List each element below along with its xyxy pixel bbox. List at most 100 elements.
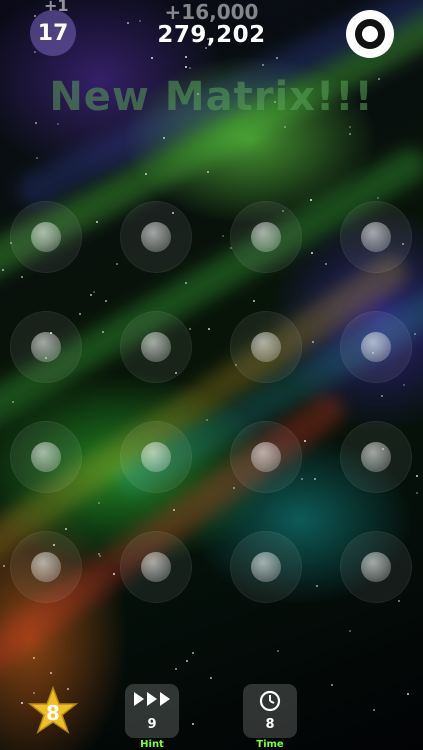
- star-speck: [312, 341, 314, 343]
- fast-forward-icon: [125, 690, 179, 712]
- game-screen: +1 17 +16,000 279,202 New Matrix!!! 8 9 …: [0, 0, 423, 750]
- cell-dot: [251, 442, 281, 472]
- star-speck: [310, 199, 312, 201]
- cell-dot: [361, 442, 391, 472]
- star-speck: [207, 171, 209, 173]
- star-speck: [99, 555, 101, 557]
- star-speck: [206, 419, 208, 421]
- star-speck: [277, 650, 279, 652]
- hint-label: Hint: [140, 739, 164, 750]
- cell-dot: [251, 332, 281, 362]
- star-speck: [189, 328, 191, 330]
- grid-cell[interactable]: [10, 311, 82, 383]
- star-speck: [311, 252, 313, 254]
- star-speck: [21, 702, 23, 704]
- star-speck: [398, 600, 400, 602]
- grid-cell[interactable]: [120, 421, 192, 493]
- star-speck: [65, 528, 67, 530]
- star-speck: [93, 291, 95, 293]
- star-speck: [116, 263, 118, 265]
- star-speck: [57, 123, 59, 125]
- star-speck: [12, 401, 14, 403]
- clock-icon: [243, 690, 297, 716]
- cell-dot: [31, 222, 61, 252]
- star-speck: [145, 173, 147, 175]
- star-speck: [381, 395, 383, 397]
- cell-dot: [141, 442, 171, 472]
- star-speck: [34, 51, 36, 53]
- star-speck: [36, 157, 38, 159]
- star-speck: [33, 657, 35, 659]
- star-speck: [407, 693, 409, 695]
- time-count: 8: [265, 717, 275, 732]
- grid-cell[interactable]: [120, 531, 192, 603]
- new-matrix-banner: New Matrix!!!: [49, 74, 374, 120]
- star-speck: [233, 487, 235, 489]
- star-speck: [163, 137, 165, 139]
- star-speck: [98, 553, 100, 555]
- time-button[interactable]: 8: [243, 684, 297, 738]
- star-speck: [222, 235, 224, 237]
- star-speck: [276, 57, 278, 59]
- star-speck: [35, 122, 37, 124]
- star-speck: [113, 573, 115, 575]
- cell-dot: [141, 222, 171, 252]
- star-speck: [173, 509, 175, 511]
- grid-cell[interactable]: [340, 531, 412, 603]
- time-label: Time: [256, 739, 284, 750]
- star-speck: [50, 672, 52, 674]
- grid-cell[interactable]: [230, 531, 302, 603]
- cell-dot: [31, 442, 61, 472]
- star-speck: [185, 56, 187, 58]
- star-speck: [304, 440, 306, 442]
- grid-cell[interactable]: [230, 421, 302, 493]
- star-speck: [349, 133, 351, 135]
- cell-dot: [141, 552, 171, 582]
- hint-button[interactable]: 9: [125, 684, 179, 738]
- star-speck: [185, 66, 187, 68]
- grid-cell[interactable]: [10, 421, 82, 493]
- grid-cell[interactable]: [10, 531, 82, 603]
- grid-cell[interactable]: [340, 201, 412, 273]
- cell-dot: [361, 552, 391, 582]
- cell-dot: [251, 222, 281, 252]
- star-speck: [79, 313, 81, 315]
- star-speck: [414, 333, 416, 335]
- star-speck: [301, 478, 303, 480]
- grid-cell[interactable]: [230, 311, 302, 383]
- cell-dot: [361, 222, 391, 252]
- star-speck: [185, 282, 187, 284]
- star-speck: [192, 723, 194, 725]
- grid-cell[interactable]: [340, 311, 412, 383]
- pause-button[interactable]: [346, 10, 394, 58]
- star-speck: [403, 384, 405, 386]
- cell-dot: [251, 552, 281, 582]
- grid-cell[interactable]: [230, 201, 302, 273]
- cell-dot: [141, 332, 171, 362]
- grid-cell[interactable]: [10, 201, 82, 273]
- grid-cell[interactable]: [340, 421, 412, 493]
- star-speck: [98, 502, 100, 504]
- cell-dot: [31, 332, 61, 362]
- star-speck: [377, 197, 379, 199]
- star-speck: [105, 300, 107, 302]
- star-speck: [175, 668, 177, 670]
- star-speck: [373, 709, 375, 711]
- star-speck: [349, 126, 351, 128]
- star-speck: [262, 64, 264, 66]
- star-powerup-button[interactable]: 8: [27, 685, 79, 736]
- star-speck: [331, 684, 333, 686]
- star-speck: [253, 300, 255, 302]
- star-speck: [325, 263, 327, 265]
- star-speck: [96, 221, 98, 223]
- star-speck: [90, 294, 92, 296]
- grid-cell[interactable]: [120, 311, 192, 383]
- grid-cell[interactable]: [120, 201, 192, 273]
- star-speck: [314, 478, 316, 480]
- star-speck: [284, 126, 286, 128]
- pause-ring-icon: [355, 19, 385, 49]
- star-speck: [416, 475, 418, 477]
- hint-count: 9: [147, 717, 157, 732]
- star-speck: [208, 328, 210, 330]
- star-speck: [210, 677, 212, 679]
